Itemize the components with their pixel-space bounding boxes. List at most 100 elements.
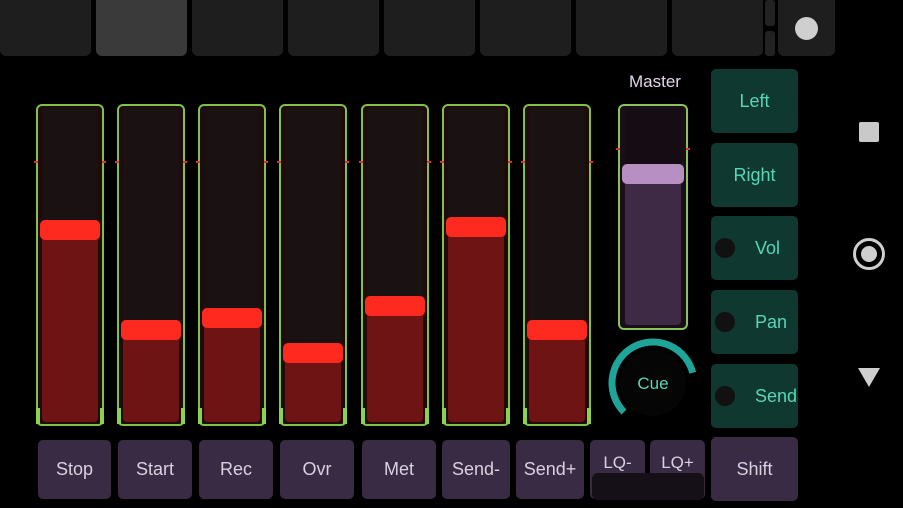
top-tab-7[interactable]	[576, 0, 667, 56]
mini-tab-upper[interactable]	[765, 0, 775, 26]
send-led-icon	[715, 386, 735, 406]
fader-foot	[262, 408, 266, 424]
master-fader[interactable]	[616, 104, 690, 330]
fader-track	[123, 108, 179, 422]
channel-fader-2[interactable]	[115, 104, 187, 426]
fader-foot	[100, 408, 104, 424]
top-tab-3[interactable]	[192, 0, 283, 56]
master-track	[625, 109, 681, 325]
fader-foot	[442, 408, 446, 424]
fader-tick	[508, 161, 512, 163]
rec-button[interactable]: Rec	[199, 440, 273, 499]
fader-foot	[587, 408, 591, 424]
fader-fill	[448, 227, 504, 422]
fader-handle[interactable]	[527, 320, 587, 340]
fader-track	[448, 108, 504, 422]
channel-fader-5[interactable]	[359, 104, 431, 426]
fader-handle[interactable]	[365, 296, 425, 316]
fader-handle[interactable]	[121, 320, 181, 340]
fader-foot	[506, 408, 510, 424]
fader-tick	[264, 161, 268, 163]
fader-tick	[196, 161, 200, 163]
fader-tick	[589, 161, 593, 163]
right-button[interactable]: Right	[711, 143, 798, 207]
send-plus-button[interactable]: Send+	[516, 440, 584, 499]
vol-label: Vol	[755, 237, 781, 258]
master-tick-left	[616, 148, 620, 150]
fader-tick	[521, 161, 525, 163]
fader-tick	[359, 161, 363, 163]
channel-fader-7[interactable]	[521, 104, 593, 426]
channel-fader-1[interactable]	[34, 104, 106, 426]
fader-tick	[440, 161, 444, 163]
lq-plus-label: LQ+	[661, 453, 694, 472]
fader-handle[interactable]	[446, 217, 506, 237]
master-label: Master	[629, 72, 681, 91]
fader-tick	[277, 161, 281, 163]
fader-foot	[343, 408, 347, 424]
ovr-button[interactable]: Ovr	[280, 440, 354, 499]
top-tab-5[interactable]	[384, 0, 475, 56]
fader-track	[204, 108, 260, 422]
nav-recents-square-icon[interactable]	[859, 122, 879, 142]
start-button[interactable]: Start	[118, 440, 192, 499]
fader-tick	[102, 161, 106, 163]
channel-fader-3[interactable]	[196, 104, 268, 426]
met-button[interactable]: Met	[362, 440, 436, 499]
top-tab-2[interactable]	[96, 0, 187, 56]
master-tick-right	[686, 148, 690, 150]
master-fill	[625, 174, 681, 325]
send-label: Send	[755, 385, 798, 406]
send-minus-button[interactable]: Send-	[442, 440, 510, 499]
record-circle-icon	[795, 17, 818, 40]
pan-led-icon	[715, 312, 735, 332]
record-button[interactable]	[778, 0, 835, 56]
top-tab-4[interactable]	[288, 0, 379, 56]
fader-tick	[115, 161, 119, 163]
top-tab-1[interactable]	[0, 0, 91, 56]
fader-track	[529, 108, 585, 422]
fader-fill	[123, 330, 179, 422]
cue-label: Cue	[637, 374, 669, 393]
vol-button[interactable]: Vol	[711, 216, 798, 280]
fader-handle[interactable]	[202, 308, 262, 328]
left-label: Left	[739, 90, 770, 111]
fader-handle[interactable]	[283, 343, 343, 363]
mini-tab-lower[interactable]	[765, 31, 775, 56]
lq-indicator-bar	[592, 473, 704, 500]
nav-back-triangle-icon[interactable]	[858, 368, 880, 387]
fader-foot	[36, 408, 40, 424]
pan-label: Pan	[755, 311, 788, 332]
nav-home-circle-icon[interactable]	[853, 238, 885, 270]
fader-fill	[204, 318, 260, 422]
send-button[interactable]: Send	[711, 364, 798, 428]
pan-button[interactable]: Pan	[711, 290, 798, 354]
fader-track	[367, 108, 423, 422]
fader-foot	[117, 408, 121, 424]
fader-tick	[183, 161, 187, 163]
fader-fill	[285, 353, 341, 422]
fader-foot	[523, 408, 527, 424]
fader-foot	[198, 408, 202, 424]
fader-foot	[425, 408, 429, 424]
stop-button[interactable]: Stop	[38, 440, 111, 499]
fader-fill	[42, 230, 98, 422]
fader-foot	[181, 408, 185, 424]
top-tab-8[interactable]	[672, 0, 763, 56]
fader-tick	[345, 161, 349, 163]
left-button[interactable]: Left	[711, 69, 798, 133]
fader-tick	[34, 161, 38, 163]
right-label: Right	[733, 164, 776, 185]
fader-fill	[529, 330, 585, 422]
lq-minus-label: LQ-	[603, 453, 632, 472]
top-tab-6[interactable]	[480, 0, 571, 56]
fader-tick	[427, 161, 431, 163]
fader-track	[285, 108, 341, 422]
channel-fader-6[interactable]	[440, 104, 512, 426]
vol-led-icon	[715, 238, 735, 258]
shift-button[interactable]: Shift	[711, 437, 798, 501]
channel-fader-4[interactable]	[277, 104, 349, 426]
fader-handle[interactable]	[40, 220, 100, 240]
master-fader-handle[interactable]	[622, 164, 684, 184]
fader-fill	[367, 306, 423, 422]
